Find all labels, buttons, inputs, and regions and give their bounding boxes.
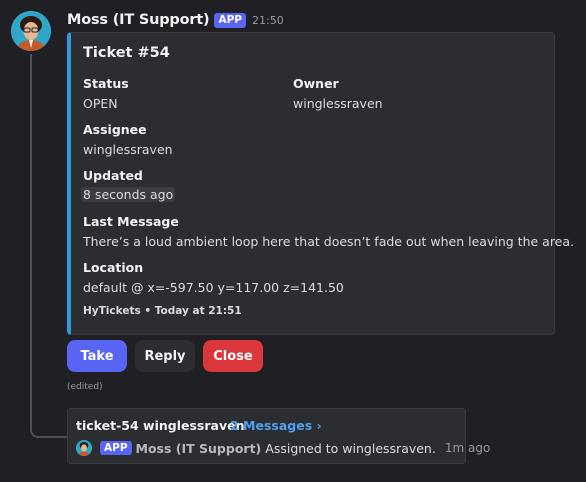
thread-timestamp: 1m ago (444, 441, 491, 455)
embed-title: Ticket #54 (83, 45, 170, 61)
reply-button[interactable]: Reply (135, 340, 195, 372)
take-button[interactable]: Take (67, 340, 127, 372)
thread-author: Moss (IT Support) (135, 440, 262, 456)
field-status-value: OPEN (83, 96, 118, 111)
thread-preview[interactable]: ticket-54 winglessraven 2 Messages › APP… (67, 408, 490, 464)
thread-connector-line (30, 54, 68, 438)
field-status-name: Status (83, 76, 129, 91)
close-button[interactable]: Close (203, 340, 263, 372)
embed-footer: HyTickets • Today at 21:51 (83, 305, 242, 317)
message-timestamp[interactable]: 21:50 (252, 14, 284, 27)
field-location-value: default @ x=-597.50 y=117.00 z=141.50 (83, 280, 344, 295)
thread-app-badge: APP (100, 441, 132, 455)
field-last-message-name: Last Message (83, 214, 179, 229)
field-updated-value: 8 seconds ago (81, 187, 176, 202)
message-header: Moss (IT Support) APP 21:50 (67, 10, 284, 30)
thread-messages-link[interactable]: 2 Messages › (230, 418, 322, 433)
avatar-icon[interactable] (11, 11, 51, 51)
thread-message-text: Assigned to winglessraven. (265, 440, 436, 456)
edited-label: (edited) (67, 382, 103, 392)
field-location-name: Location (83, 260, 144, 275)
field-last-message-value: There’s a loud ambient loop here that do… (83, 234, 575, 249)
field-assignee-value: winglessraven (83, 142, 173, 157)
field-owner-name: Owner (293, 76, 339, 91)
field-assignee-name: Assignee (83, 122, 147, 137)
field-owner-value: winglessraven (293, 96, 383, 111)
thread-title[interactable]: ticket-54 winglessraven (76, 418, 244, 433)
ticket-embed: Ticket #54 Status OPEN Owner winglessrav… (67, 32, 574, 335)
thread-last-message: APP Moss (IT Support) Assigned to wingle… (76, 439, 490, 457)
mini-avatar-icon (76, 440, 92, 456)
field-updated-name: Updated (83, 168, 143, 183)
app-badge: APP (214, 12, 246, 28)
message-author[interactable]: Moss (IT Support) (67, 12, 210, 28)
